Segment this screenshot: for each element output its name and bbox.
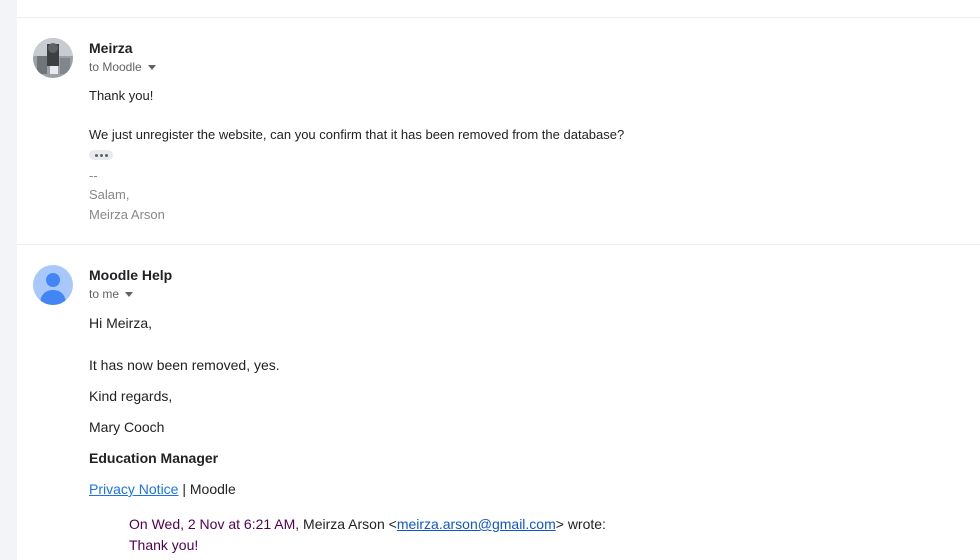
body-paragraph: It has now been removed, yes. bbox=[89, 357, 280, 373]
quote-header: On Wed, 2 Nov at 6:21 AM, Meirza Arson <… bbox=[129, 516, 606, 532]
quoted-text: Thank you! bbox=[129, 537, 199, 553]
person-icon bbox=[40, 273, 66, 305]
recipient-toggle[interactable]: to Moodle bbox=[89, 60, 156, 74]
email-message-moodle-help[interactable]: Moodle Help to me Hi Meirza, It has now … bbox=[17, 245, 980, 560]
avatar-moodle-help[interactable] bbox=[33, 265, 73, 305]
body-line: Thank you! bbox=[89, 88, 154, 103]
closing: Kind regards, bbox=[89, 388, 173, 404]
signature-separator: -- bbox=[89, 168, 98, 183]
privacy-suffix: | Moodle bbox=[182, 481, 236, 497]
show-trimmed-content-button[interactable] bbox=[89, 150, 113, 160]
recipient-label: to Moodle bbox=[89, 60, 142, 74]
photo-avatar-icon bbox=[33, 38, 73, 78]
signature-line: Salam, bbox=[89, 187, 130, 202]
quote-email-link[interactable]: meirza.arson@gmail.com bbox=[397, 516, 556, 532]
caret-down-icon bbox=[147, 65, 156, 70]
email-message-meirza[interactable]: Meirza to Moodle Thank you! We just unre… bbox=[17, 18, 980, 244]
ellipsis-icon bbox=[94, 153, 98, 157]
greeting: Hi Meirza, bbox=[89, 315, 153, 331]
avatar-meirza[interactable] bbox=[33, 38, 73, 78]
recipient-toggle[interactable]: to me bbox=[89, 287, 134, 301]
recipient-label: to me bbox=[89, 287, 120, 301]
privacy-line: Privacy Notice | Moodle bbox=[89, 481, 236, 497]
signature-line: Meirza Arson bbox=[89, 207, 165, 222]
ellipsis-dot bbox=[104, 153, 108, 157]
signature-name: Mary Cooch bbox=[89, 419, 165, 435]
quote-author: , Meirza Arson < bbox=[295, 516, 397, 532]
ellipsis-dot bbox=[99, 153, 103, 157]
body-line: We just unregister the website, can you … bbox=[89, 127, 625, 142]
caret-down-icon bbox=[125, 292, 134, 297]
privacy-notice-link[interactable]: Privacy Notice bbox=[89, 481, 178, 497]
quote-date: On Wed, 2 Nov at 6:21 AM bbox=[129, 516, 296, 532]
quote-wrote: > wrote: bbox=[555, 516, 606, 532]
sender-name[interactable]: Moodle Help bbox=[89, 267, 172, 283]
signature-title: Education Manager bbox=[89, 450, 219, 466]
left-rail bbox=[0, 0, 17, 560]
sender-name[interactable]: Meirza bbox=[89, 40, 133, 56]
